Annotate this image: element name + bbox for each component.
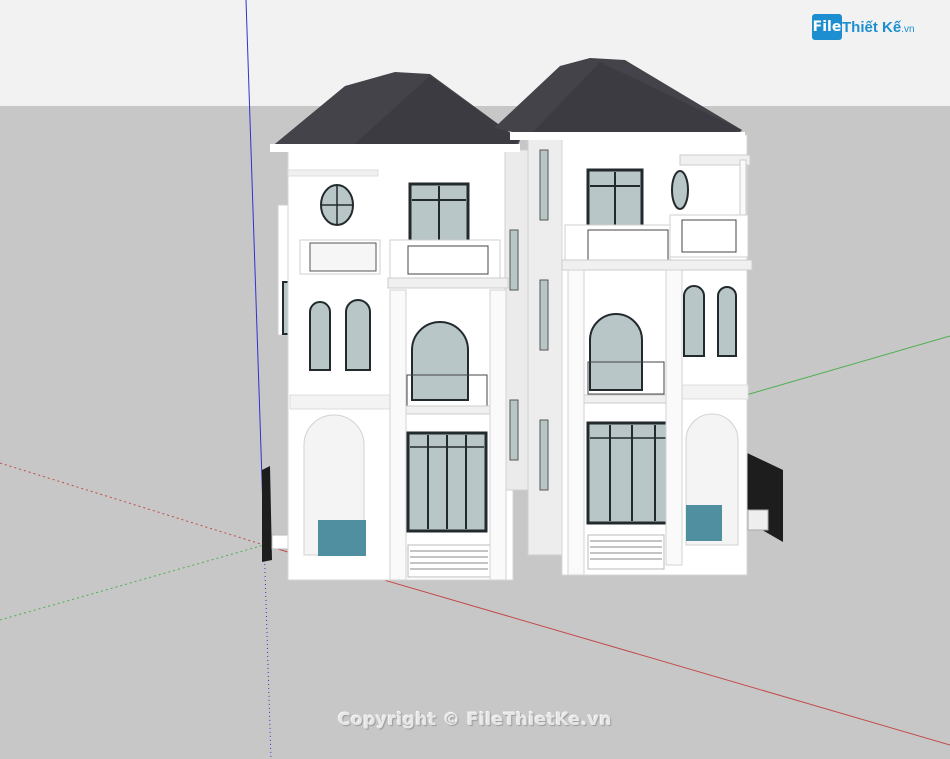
blue-axis: [245, 0, 265, 541]
copyright-watermark: Copyright © FileThietKe.vn: [338, 710, 612, 730]
logo-text: Thiết Kế.vn: [842, 19, 915, 36]
left-villa[interactable]: [270, 72, 531, 581]
red-axis-negative: [0, 462, 265, 546]
right-villa[interactable]: [494, 58, 753, 576]
green-axis-negative: [0, 544, 265, 621]
logo-badge: File: [812, 14, 842, 40]
left-stairs: [407, 544, 491, 578]
logo-domain: .vn: [901, 24, 915, 35]
logo-name: Thiết Kế: [842, 19, 902, 36]
right-gate: [745, 452, 783, 542]
site-logo[interactable]: File Thiết Kế.vn: [812, 12, 922, 42]
green-axis: [745, 335, 950, 396]
sketchup-viewport[interactable]: File Thiết Kế.vn Copyright © FileThietKe…: [0, 0, 950, 759]
right-stairs: [587, 534, 665, 570]
model-scene[interactable]: [0, 0, 950, 759]
